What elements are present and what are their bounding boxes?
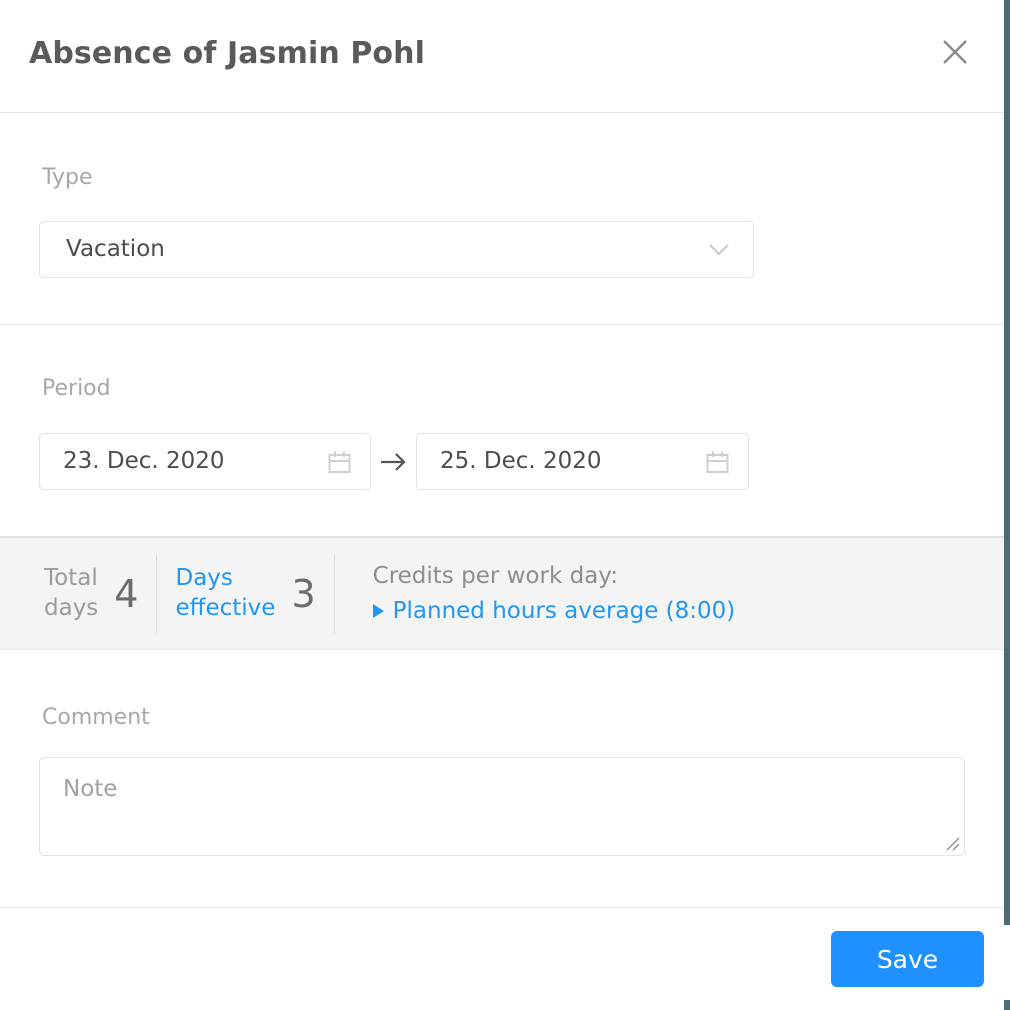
comment-textarea[interactable]: Note	[39, 757, 965, 856]
save-button[interactable]: Save	[831, 931, 984, 987]
type-select[interactable]: Vacation	[39, 221, 754, 278]
total-days-value: 4	[114, 571, 139, 616]
dialog-header: Absence of Jasmin Pohl	[0, 0, 1004, 113]
total-days-label-line2: days	[44, 594, 99, 621]
close-button[interactable]	[934, 31, 976, 73]
type-section: Type Vacation	[0, 114, 1004, 325]
scrollbar-track[interactable]	[1004, 0, 1010, 1010]
scrollbar-thumb-tail[interactable]	[1004, 1000, 1010, 1010]
type-select-value: Vacation	[66, 236, 165, 262]
calendar-icon[interactable]	[327, 450, 352, 475]
total-days-label: Total days	[44, 564, 98, 623]
days-effective-value: 3	[291, 571, 316, 616]
summary-inner: Total days 4 Days effective 3 Credits pe…	[0, 538, 753, 649]
credits-group: Credits per work day: Planned hours aver…	[333, 554, 754, 633]
calendar-icon[interactable]	[705, 450, 730, 475]
end-date-value: 25. Dec. 2020	[440, 448, 602, 474]
page-title: Absence of Jasmin Pohl	[29, 36, 425, 71]
comment-placeholder: Note	[63, 776, 118, 802]
type-label: Type	[42, 165, 93, 190]
summary-bar: Total days 4 Days effective 3 Credits pe…	[0, 537, 1004, 650]
days-effective-label-line1: Days	[175, 565, 233, 592]
dialog-footer: Save	[0, 908, 1004, 1010]
comment-label: Comment	[42, 705, 150, 730]
credits-block: Credits per work day: Planned hours aver…	[353, 561, 736, 626]
start-date-value: 23. Dec. 2020	[63, 448, 225, 474]
planned-hours-label: Planned hours average (8:00)	[392, 597, 736, 624]
triangle-right-icon	[372, 603, 384, 618]
comment-section: Comment Note	[0, 650, 1004, 908]
chevron-down-icon	[707, 241, 731, 257]
end-date-input[interactable]: 25. Dec. 2020	[416, 433, 749, 490]
total-days-group: Total days 4	[0, 555, 156, 633]
absence-dialog: Absence of Jasmin Pohl Type Vacation Per…	[0, 0, 1010, 1010]
planned-hours-disclosure[interactable]: Planned hours average (8:00)	[372, 596, 736, 626]
close-icon	[940, 37, 970, 67]
scrollbar-thumb[interactable]	[1004, 0, 1010, 925]
resize-grip-icon[interactable]	[944, 835, 961, 852]
period-section: Period 23. Dec. 2020 25. Dec. 2020	[0, 325, 1004, 537]
start-date-input[interactable]: 23. Dec. 2020	[39, 433, 371, 490]
total-days-label-line1: Total	[44, 565, 98, 592]
days-effective-group: Days effective 3	[156, 554, 333, 633]
days-effective-label[interactable]: Days effective	[175, 564, 275, 623]
credits-title: Credits per work day:	[372, 563, 618, 590]
date-range-row: 23. Dec. 2020 25. Dec. 2020	[39, 433, 749, 490]
arrow-right-icon	[371, 433, 416, 490]
period-label: Period	[42, 376, 111, 401]
days-effective-label-line2: effective	[175, 594, 276, 621]
